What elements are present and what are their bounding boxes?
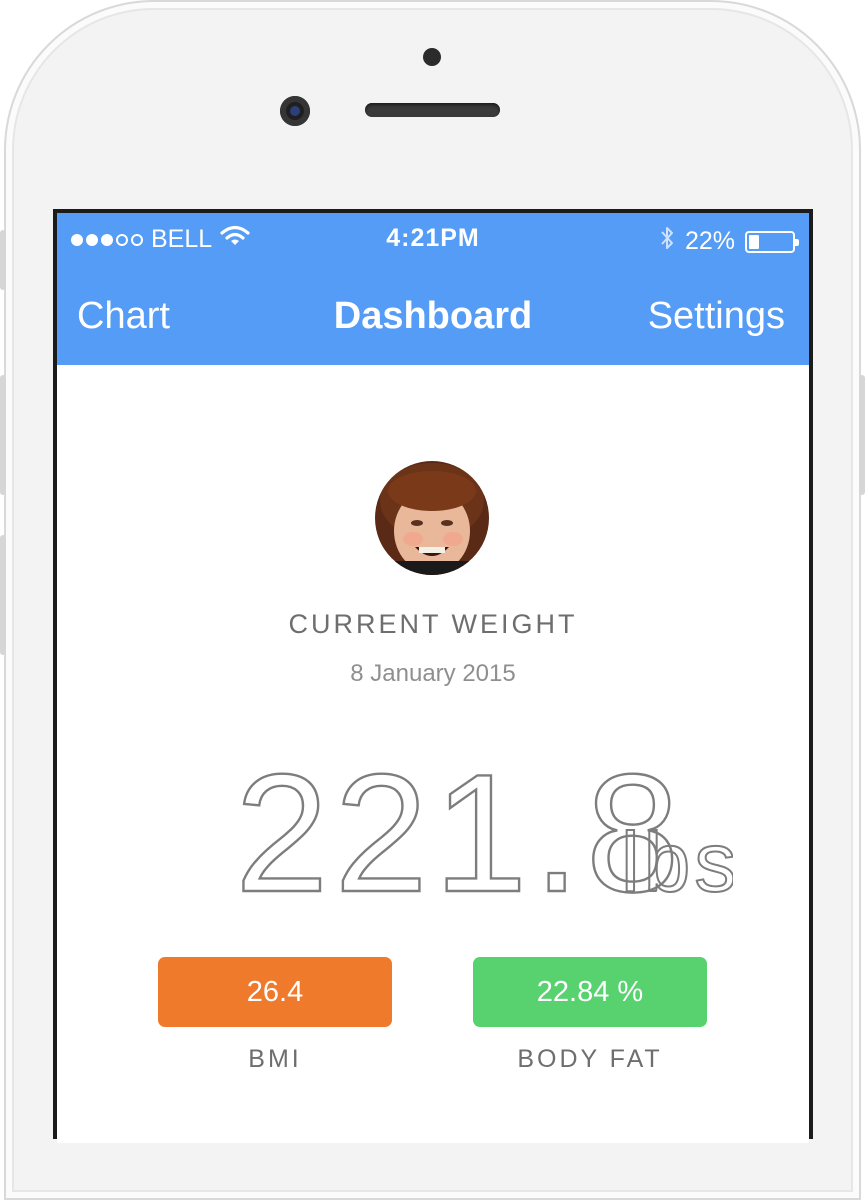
screen: BELL 4:21PM 22% Chart Dashboard Settings… [53, 209, 813, 1143]
battery-level [749, 234, 760, 249]
settings-button[interactable]: Settings [648, 295, 785, 338]
bmi-value: 26.4 [246, 975, 304, 1008]
body-fat-value: 22.84 % [536, 975, 644, 1008]
battery-icon [745, 230, 799, 253]
app-view: BELL 4:21PM 22% Chart Dashboard Settings… [57, 213, 809, 1143]
weight-value: 221.8 [235, 741, 685, 911]
volume-up-button [0, 375, 6, 495]
volume-down-button [0, 535, 6, 655]
status-right: 22% [659, 225, 799, 258]
avatar[interactable] [375, 461, 489, 575]
battery-percent: 22% [684, 227, 735, 255]
weight-unit: lbs [621, 815, 733, 909]
front-camera [280, 96, 310, 126]
body-fat-button[interactable]: 22.84 % [473, 957, 707, 1027]
top-bar: BELL 4:21PM 22% Chart Dashboard Settings [57, 213, 809, 365]
power-button [859, 375, 865, 495]
current-weight-label: CURRENT WEIGHT [288, 609, 578, 639]
earpiece-speaker [365, 103, 500, 117]
weight-display: 221.8 lbs [57, 741, 809, 911]
weight-date: 8 January 2015 [350, 660, 516, 687]
proximity-sensor [423, 48, 441, 66]
navigation-bar: Chart Dashboard Settings [57, 283, 809, 353]
bluetooth-icon [659, 225, 675, 258]
mute-switch [0, 230, 6, 290]
status-bar: BELL 4:21PM 22% [57, 213, 809, 268]
body-fat-label: BODY FAT [517, 1045, 663, 1073]
bmi-label: BMI [248, 1045, 302, 1073]
bmi-button[interactable]: 26.4 [158, 957, 392, 1027]
